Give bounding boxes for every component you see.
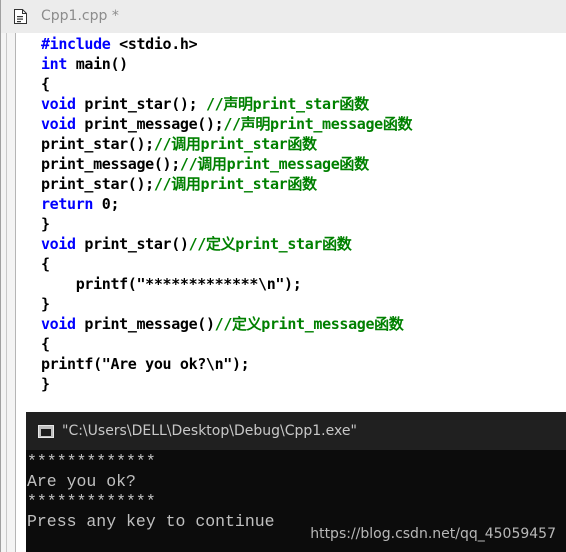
code-text: } xyxy=(41,295,50,313)
code-line[interactable]: return 0; xyxy=(41,194,119,214)
code-line[interactable]: printf("Are you ok?\n"); xyxy=(41,354,250,374)
code-line[interactable]: print_message();//调用print_message函数 xyxy=(41,154,369,174)
console-title: "C:\Users\DELL\Desktop\Debug\Cpp1.exe" xyxy=(62,423,357,439)
frame-divider xyxy=(6,33,7,552)
code-text: { xyxy=(41,255,50,273)
code-line[interactable]: void print_message();//声明print_message函数 xyxy=(41,114,412,134)
code-text: printf("*************\n"); xyxy=(41,275,302,293)
code-line[interactable]: } xyxy=(41,294,50,314)
editor-file-title[interactable]: Cpp1.cpp * xyxy=(41,8,119,24)
editor-left-frame xyxy=(1,33,16,552)
code-text: print_message(); xyxy=(41,155,180,173)
console-output-line: Press any key to continue xyxy=(27,512,275,531)
console-title-bar[interactable]: "C:\Users\DELL\Desktop\Debug\Cpp1.exe" xyxy=(26,412,566,450)
code-line[interactable]: print_star();//调用print_star函数 xyxy=(41,174,317,194)
code-comment: //声明print_message函数 xyxy=(223,115,413,133)
code-text: { xyxy=(41,75,50,93)
code-text: printf("Are you ok?\n"); xyxy=(41,355,250,373)
code-line[interactable]: void print_star()//定义print_star函数 xyxy=(41,234,352,254)
code-comment: //定义print_message函数 xyxy=(214,315,404,333)
code-text: print_message(); xyxy=(75,115,224,133)
code-text: print_star(); xyxy=(75,95,206,113)
code-line[interactable]: #include <stdio.h> xyxy=(41,34,198,54)
code-line[interactable]: } xyxy=(41,214,50,234)
code-line[interactable]: { xyxy=(41,334,50,354)
code-line[interactable]: printf("*************\n"); xyxy=(41,274,302,294)
code-comment: //调用print_star函数 xyxy=(153,135,317,153)
cpp-file-icon xyxy=(14,9,27,24)
code-comment: //调用print_message函数 xyxy=(179,155,369,173)
code-line[interactable]: print_star();//调用print_star函数 xyxy=(41,134,317,154)
code-text: print_star() xyxy=(75,235,189,253)
code-line[interactable]: } xyxy=(41,374,50,394)
code-text: { xyxy=(41,335,50,353)
code-comment: //定义print_star函数 xyxy=(188,235,352,253)
console-window-icon xyxy=(38,425,54,438)
code-comment: //声明print_star函数 xyxy=(205,95,369,113)
console-output-line: ************* xyxy=(27,452,156,471)
watermark-text: https://blog.csdn.net/qq_45059457 xyxy=(310,526,556,542)
code-line[interactable]: { xyxy=(41,74,50,94)
code-text: print_message() xyxy=(75,315,215,333)
code-keyword: int xyxy=(41,55,68,73)
code-line[interactable]: int main() xyxy=(41,54,128,74)
code-text: } xyxy=(41,215,50,233)
code-text: main() xyxy=(67,55,128,73)
code-text: } xyxy=(41,375,50,393)
code-keyword: void xyxy=(41,115,76,133)
code-keyword: void xyxy=(41,315,76,333)
console-output-line: Are you ok? xyxy=(27,472,136,491)
code-text: 0; xyxy=(93,195,120,213)
code-text: print_star(); xyxy=(41,135,154,153)
code-line[interactable]: { xyxy=(41,254,50,274)
code-keyword: void xyxy=(41,95,76,113)
code-keyword: void xyxy=(41,235,76,253)
code-keyword: return xyxy=(41,195,94,213)
code-text: <stdio.h> xyxy=(110,35,198,53)
code-comment: //调用print_star函数 xyxy=(153,175,317,193)
code-line[interactable]: void print_message()//定义print_message函数 xyxy=(41,314,404,334)
code-line[interactable]: void print_star(); //声明print_star函数 xyxy=(41,94,369,114)
editor-tab-bar[interactable]: Cpp1.cpp * xyxy=(1,0,566,34)
code-keyword: #include xyxy=(41,35,111,53)
code-text: print_star(); xyxy=(41,175,154,193)
console-output-line: ************* xyxy=(27,492,156,511)
code-editor[interactable]: #include <stdio.h> int main(){void print_… xyxy=(16,33,566,413)
